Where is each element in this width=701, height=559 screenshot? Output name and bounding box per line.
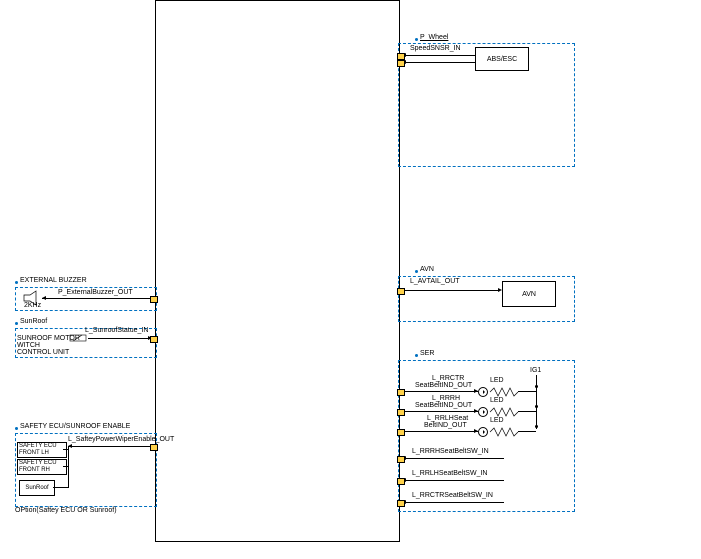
wire bbox=[404, 62, 476, 63]
avn-header: AVN bbox=[420, 266, 434, 273]
box-label: ABS/ESC bbox=[487, 56, 517, 63]
dot-marker bbox=[415, 270, 418, 273]
pin bbox=[397, 53, 405, 60]
wire bbox=[404, 431, 478, 432]
sunroof-box: SunRoof bbox=[19, 480, 55, 496]
signal-label: L_RRRH bbox=[432, 395, 460, 402]
wire bbox=[536, 375, 537, 429]
ecu-main-box bbox=[155, 0, 400, 542]
pin bbox=[397, 288, 405, 295]
signal-label: L_RRRHSeatBeltSW_IN bbox=[412, 448, 489, 455]
node-dot bbox=[535, 405, 538, 408]
resistor-icon bbox=[490, 388, 520, 396]
pin bbox=[397, 409, 405, 416]
wire bbox=[404, 290, 500, 291]
signal-label: L_RRCTR bbox=[432, 375, 464, 382]
pin bbox=[397, 429, 405, 436]
pwheel-header: P_Wheel bbox=[420, 34, 448, 41]
pin bbox=[397, 500, 405, 507]
signal-label: L_AVTAIL_OUT bbox=[410, 278, 460, 285]
signal-label: L_RRLHSeatBeltSW_IN bbox=[412, 470, 487, 477]
signal-label: SpeedSNSR_IN bbox=[410, 45, 461, 52]
avn-box: AVN bbox=[502, 281, 556, 307]
box-label: AVN bbox=[522, 291, 536, 298]
wire bbox=[88, 338, 150, 339]
sunroof-unit-l3: CONTROL UNIT bbox=[17, 349, 69, 356]
box-label: SunRoof bbox=[25, 485, 48, 491]
wire bbox=[404, 458, 504, 459]
safety-header: SAFETY ECU/SUNROOF ENABLE bbox=[20, 423, 130, 430]
safety-ecu-front-rh-box: SAFETY ECU FRONT RH bbox=[17, 459, 67, 475]
dot-marker bbox=[415, 354, 418, 357]
signal-label: SeatBeltIND_OUT bbox=[415, 402, 472, 409]
signal-label: L_RRCTRSeatBeltSW_IN bbox=[412, 492, 493, 499]
ig1-label: IG1 bbox=[530, 367, 541, 374]
dot-marker bbox=[415, 38, 418, 41]
node-dot bbox=[535, 425, 538, 428]
wire bbox=[53, 487, 68, 488]
pin bbox=[397, 456, 405, 463]
wire bbox=[404, 480, 504, 481]
wire bbox=[42, 298, 150, 299]
wire bbox=[518, 431, 536, 432]
signal-label: L_SunroofStatue_IN bbox=[85, 327, 148, 334]
pin bbox=[150, 336, 158, 343]
wire bbox=[518, 411, 536, 412]
dot-marker bbox=[15, 322, 18, 325]
pin bbox=[150, 444, 158, 451]
wire bbox=[404, 502, 504, 503]
option-note: OPtion(Saftey ECU OR Sunroof) bbox=[15, 507, 117, 514]
ser-header: SER bbox=[420, 350, 434, 357]
freq-label: 2KHz bbox=[24, 302, 41, 309]
signal-label: P_ExternalBuzzer_OUT bbox=[58, 289, 133, 296]
arrow-icon bbox=[42, 296, 46, 300]
led-icon bbox=[478, 407, 488, 417]
switch-icon bbox=[70, 333, 88, 343]
resistor-icon bbox=[490, 428, 520, 436]
dot-marker bbox=[15, 281, 18, 284]
pin bbox=[397, 60, 405, 67]
abs-esc-box: ABS/ESC bbox=[475, 47, 529, 71]
box-line: SAFETY ECU bbox=[19, 443, 65, 450]
box-line: FRONT LH bbox=[19, 450, 65, 457]
pin bbox=[397, 389, 405, 396]
led-icon bbox=[478, 387, 488, 397]
arrow-icon bbox=[474, 389, 478, 393]
signal-label: SeatBeltIND_OUT bbox=[415, 382, 472, 389]
led-label: LED bbox=[490, 377, 504, 384]
sunroof-header: SunRoof bbox=[20, 318, 47, 325]
pin bbox=[150, 296, 158, 303]
sunroof-unit-l2: WITCH bbox=[17, 342, 40, 349]
wire bbox=[68, 446, 150, 447]
signal-label: L_RRLHSeat bbox=[427, 415, 468, 422]
arrow-icon bbox=[68, 444, 72, 448]
wire bbox=[518, 391, 536, 392]
pin bbox=[397, 478, 405, 485]
signal-label: L_SafteyPowerWiperEnable_OUT bbox=[68, 436, 174, 443]
wire bbox=[404, 55, 476, 56]
dot-marker bbox=[15, 427, 18, 430]
box-line: SAFETY ECU bbox=[19, 460, 65, 467]
box-line: FRONT RH bbox=[19, 467, 65, 474]
led-icon bbox=[478, 427, 488, 437]
node-dot bbox=[535, 385, 538, 388]
led-label: LED bbox=[490, 417, 504, 424]
arrow-icon bbox=[474, 409, 478, 413]
safety-ecu-front-lh-box: SAFETY ECU FRONT LH bbox=[17, 442, 67, 458]
wire bbox=[68, 446, 69, 488]
wire bbox=[404, 411, 478, 412]
resistor-icon bbox=[490, 408, 520, 416]
external-buzzer-header: EXTERNAL BUZZER bbox=[20, 277, 87, 284]
arrow-icon bbox=[474, 429, 478, 433]
led-label: LED bbox=[490, 397, 504, 404]
signal-label: BeltIND_OUT bbox=[424, 422, 467, 429]
wire bbox=[404, 391, 478, 392]
